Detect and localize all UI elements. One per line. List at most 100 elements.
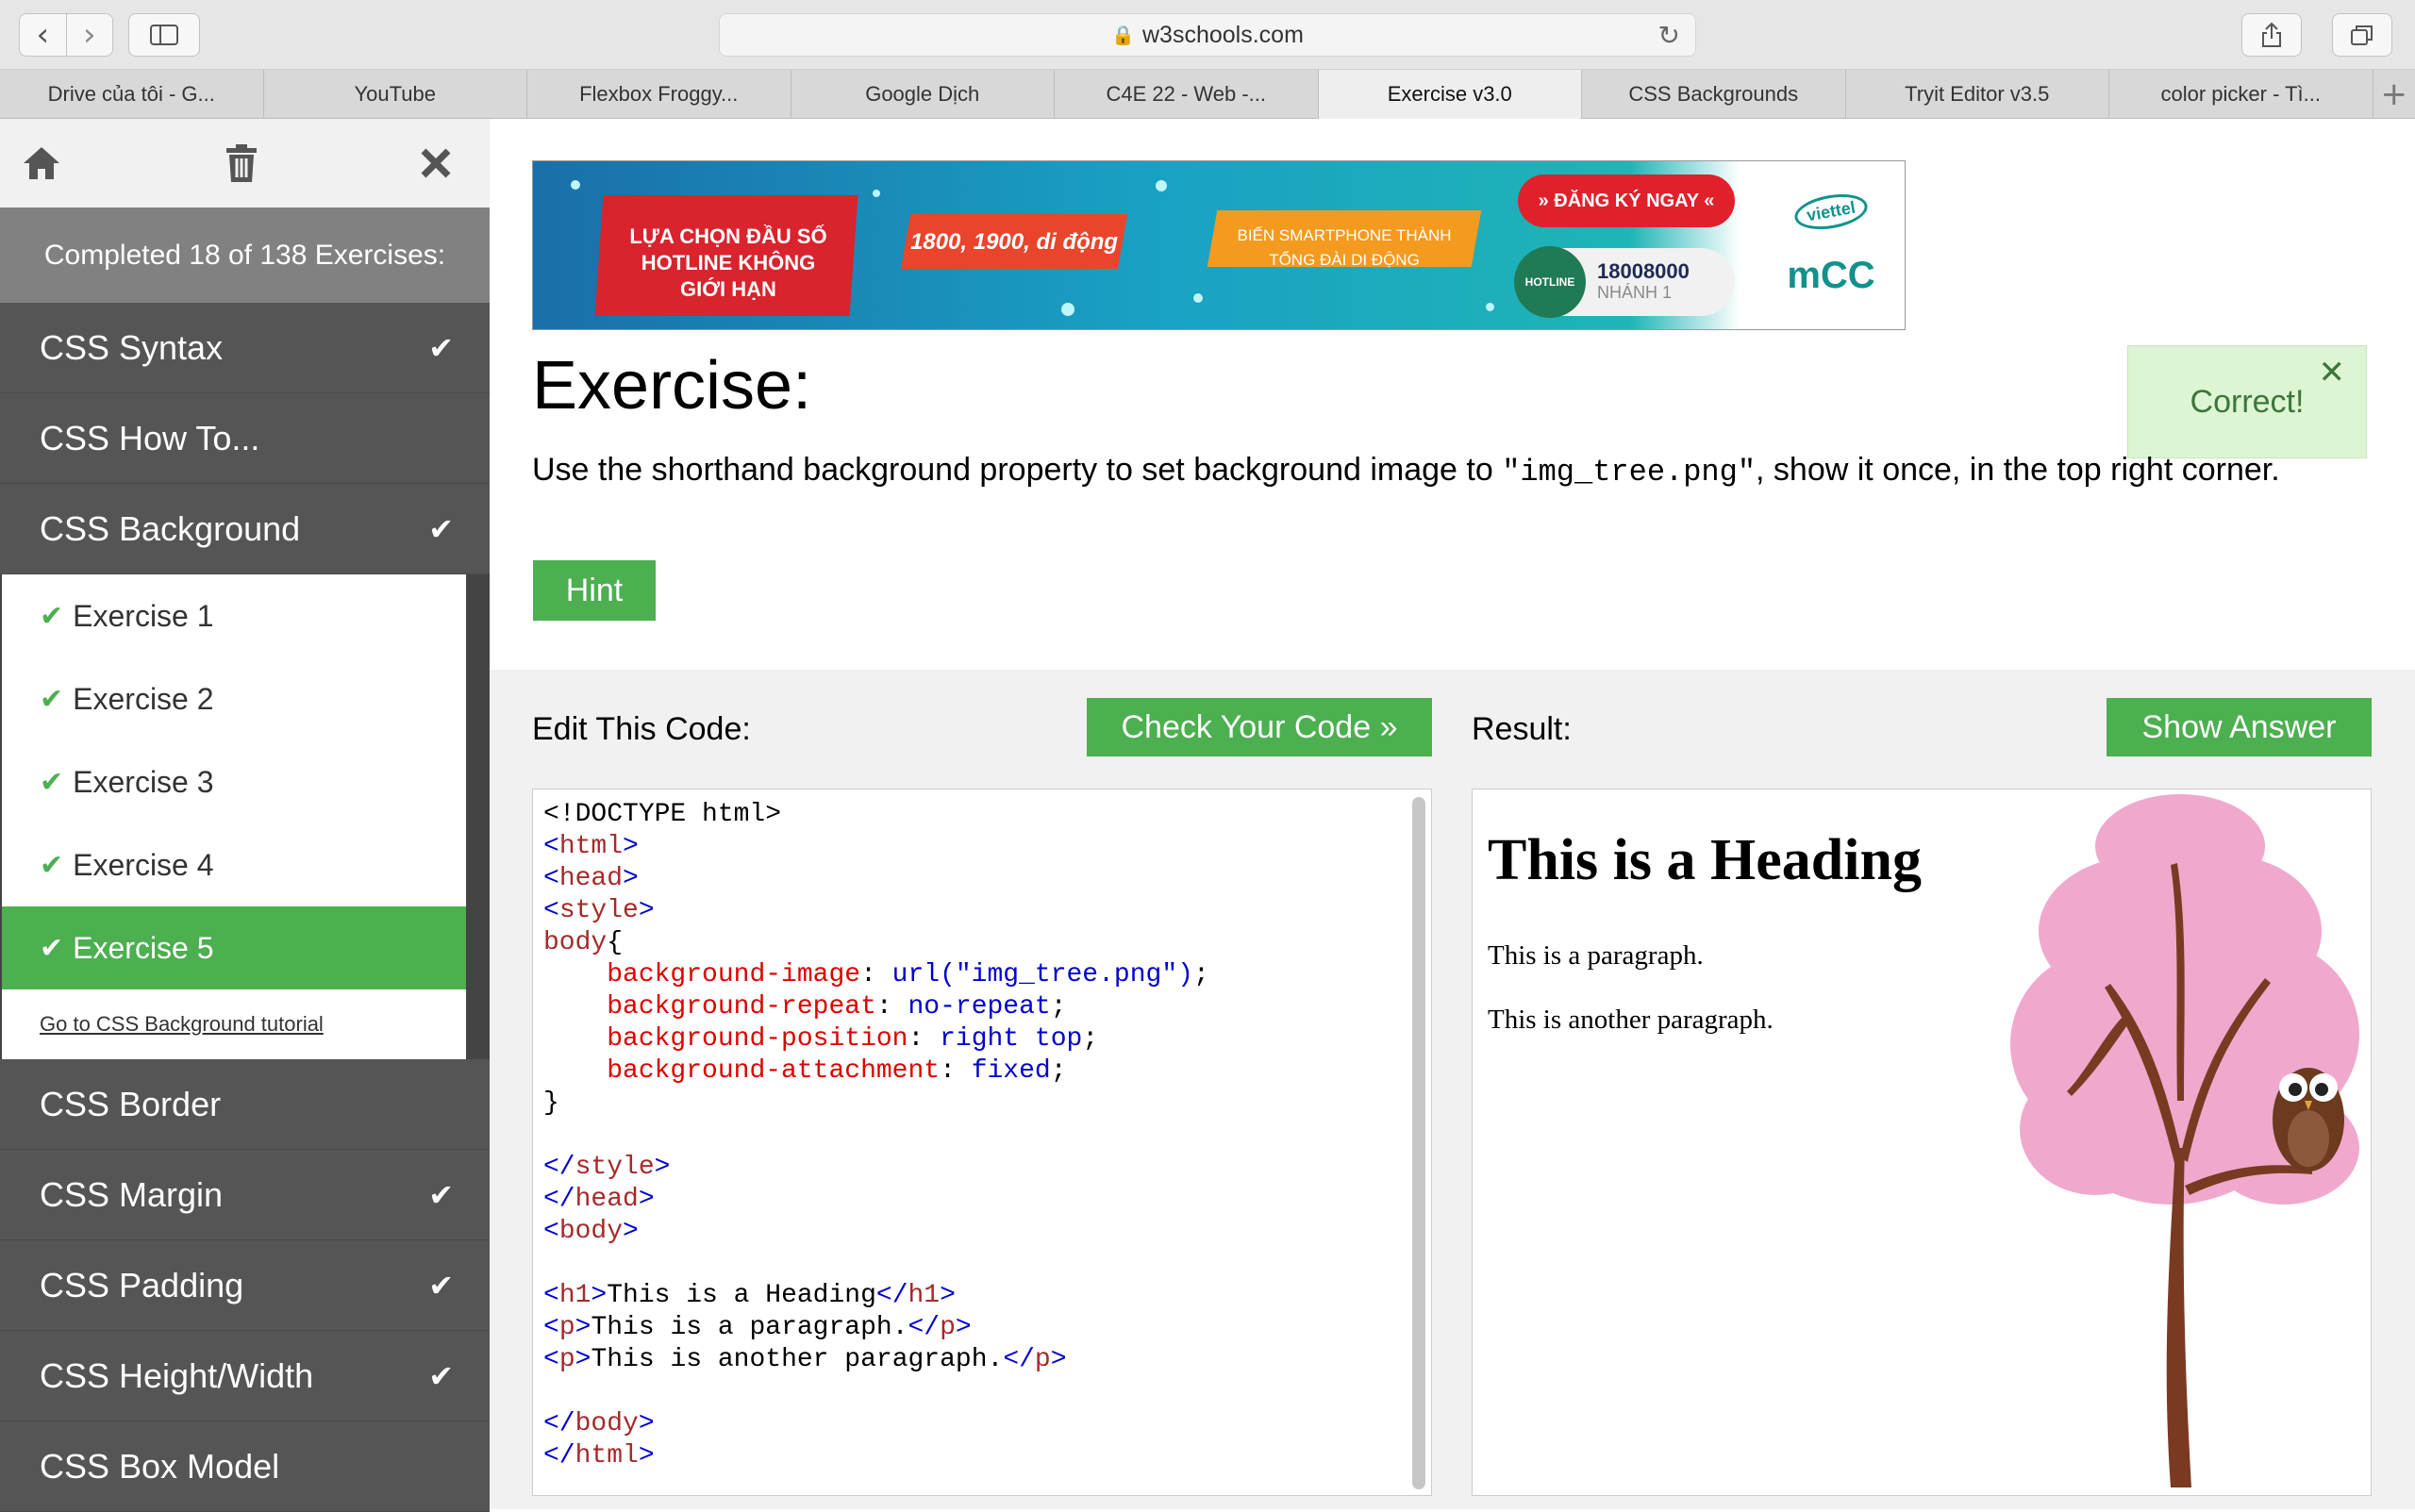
ad-sparkle [873,190,880,197]
menu-item-label: CSS Border [40,1085,221,1124]
show-answer-button[interactable]: Show Answer [2107,698,2372,756]
tab-flexbox-froggy[interactable]: Flexbox Froggy... [527,70,791,119]
correct-alert: Correct! ✕ [2127,345,2367,458]
ad-subtext: BIẾN SMARTPHONE THÀNH TỔNG ĐÀI DI ĐỘNG [1222,224,1467,273]
code-editor[interactable]: <!DOCTYPE html> <html> <head> <style> bo… [532,789,1432,1496]
exercise-instruction: Use the shorthand background property to… [532,451,2372,491]
ad-hotline-number: 18008000NHÁNH 1 [1597,261,1690,303]
close-icon[interactable]: ✕ [2319,354,2346,391]
menu-item-label: CSS Height/Width [40,1356,313,1396]
trash-icon[interactable] [225,143,258,183]
menu-item-label: CSS Margin [40,1175,223,1215]
menu-item-css-margin[interactable]: CSS Margin ✔ [0,1150,490,1240]
instruction-code: "img_tree.png" [1502,455,1756,490]
menu-item-css-height-width[interactable]: CSS Height/Width ✔ [0,1331,490,1421]
submenu-label: Exercise 2 [73,682,213,717]
menu-item-label: CSS How To... [40,419,259,458]
tree-image [1982,789,2372,1496]
editor-label: Edit This Code: [532,711,751,748]
share-icon [2261,22,2282,48]
tab-label: color picker - Tì... [2160,82,2321,107]
submenu-label: Exercise 3 [73,765,213,800]
result-heading: This is a Heading [1488,827,1922,894]
reload-icon[interactable]: ↻ [1658,20,1680,51]
submenu-label: Exercise 4 [73,848,213,883]
ad-sparkle [1156,180,1167,191]
viettel-logo: viettel [1792,189,1871,234]
tab-css-backgrounds[interactable]: CSS Backgrounds [1582,70,1846,119]
ad-brand-panel: viettel mCC [1756,161,1906,330]
ad-headline: LỰA CHỌN ĐẦU SỐ HOTLINE KHÔNG GIỚI HẠN [620,224,837,303]
submenu-label: Exercise 1 [73,599,213,634]
ad-number-text: 1800, 1900, di động [910,229,1118,256]
submenu-exercise-1[interactable]: ✔Exercise 1 [2,574,466,657]
tab-google-translate[interactable]: Google Dịch [791,70,1056,119]
checkmark-icon: ✔ [40,683,63,716]
forward-button[interactable]: › [67,14,113,56]
submenu-exercise-5[interactable]: ✔ Exercise 5 [2,906,466,989]
tab-label: Exercise v3.0 [1388,82,1512,107]
tab-youtube[interactable]: YouTube [264,70,528,119]
menu-item-css-padding[interactable]: CSS Padding ✔ [0,1240,490,1331]
checkmark-icon: ✔ [40,932,63,965]
editor-scrollbar[interactable] [1412,797,1425,1489]
tab-label: CSS Backgrounds [1628,82,1798,107]
tab-color-picker[interactable]: color picker - Tì... [2109,70,2373,119]
code-text[interactable]: <!DOCTYPE html> <html> <head> <style> bo… [533,789,1431,1472]
tab-label: YouTube [355,82,436,107]
checkmark-icon: ✔ [428,1177,454,1213]
advertisement-banner[interactable]: LỰA CHỌN ĐẦU SỐ HOTLINE KHÔNG GIỚI HẠN 1… [532,160,1906,330]
tab-label: Flexbox Froggy... [579,82,738,107]
tutorial-link[interactable]: Go to CSS Background tutorial [2,989,466,1059]
submenu-exercise-2[interactable]: ✔ Exercise 2 [2,657,466,740]
tab-label: Google Dịch [865,82,979,107]
completed-counter: Completed 18 of 138 Exercises: [0,208,490,303]
submenu-exercise-4[interactable]: ✔ Exercise 4 [2,823,466,906]
tab-label: Tryit Editor v3.5 [1905,82,2049,107]
share-button[interactable] [2241,13,2302,57]
correct-label: Correct! [2190,384,2305,421]
checkmark-icon: ✔ [428,1268,454,1304]
menu-item-css-syntax[interactable]: CSS Syntax ✔ [0,303,490,393]
checkmark-icon: ✔ [428,511,454,547]
result-paragraph: This is another paragraph. [1488,1005,1774,1036]
menu-item-label: CSS Background [40,509,300,549]
exercise-title: Exercise: [532,347,811,424]
ad-register-button[interactable]: » ĐĂNG KÝ NGAY « [1518,174,1735,227]
ad-sparkle [1193,293,1203,303]
instruction-text-end: , show it once, in the top right corner. [1756,452,2280,488]
sidebar-toggle-button[interactable] [128,13,200,57]
menu-item-css-how-to[interactable]: CSS How To... [0,393,490,484]
hint-button[interactable]: Hint [533,560,656,621]
checkmark-icon: ✔ [40,849,63,882]
home-icon[interactable] [21,144,62,182]
tabs-overview-button[interactable] [2332,13,2392,57]
lock-icon: 🔒 [1111,24,1135,47]
ad-hotline: HOTLINE 18008000NHÁNH 1 [1516,248,1735,316]
ad-hotline-badge: HOTLINE [1514,246,1586,318]
sidebar-toolbar [0,119,490,208]
tab-c4e[interactable]: C4E 22 - Web -... [1055,70,1319,119]
submenu-label: Exercise 5 [73,931,213,966]
menu-item-css-border[interactable]: CSS Border [0,1059,490,1150]
back-button[interactable]: ‹ [20,14,67,56]
tab-drive[interactable]: Drive của tôi - G... [0,70,264,119]
tab-exercise[interactable]: Exercise v3.0 [1319,70,1583,119]
nav-buttons: ‹ › [19,13,113,57]
new-tab-button[interactable]: + [2373,70,2415,118]
submenu-exercise-3[interactable]: ✔ Exercise 3 [2,740,466,823]
ad-sparkle [571,180,580,190]
check-code-button[interactable]: Check Your Code » [1087,698,1432,756]
menu-item-css-box-model[interactable]: CSS Box Model [0,1421,490,1512]
result-label: Result: [1472,711,1572,748]
checkmark-icon: ✔ [40,766,63,799]
close-icon[interactable] [420,147,452,179]
url-text: w3schools.com [1142,22,1304,49]
background-submenu: ✔Exercise 1 ✔Exercise 2 ✔Exercise 3 ✔Exe… [2,574,466,1059]
tab-tryit-editor[interactable]: Tryit Editor v3.5 [1846,70,2110,119]
result-paragraph: This is a paragraph. [1488,940,1704,972]
menu-item-css-background[interactable]: CSS Background ✔ [0,484,490,574]
address-bar[interactable]: 🔒 w3schools.com ↻ [719,13,1696,57]
tabs-icon [2350,24,2374,46]
hotline-number: 18008000 [1597,259,1690,283]
